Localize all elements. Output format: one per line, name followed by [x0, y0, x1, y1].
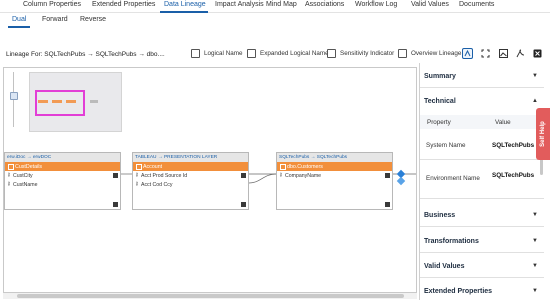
tab-column-properties[interactable]: Column Properties	[23, 1, 81, 8]
accordion-transformations[interactable]: Transformations ▼	[420, 234, 544, 248]
expanded-logical-name-checkbox[interactable]	[247, 49, 256, 58]
sensitivity-indicator-label: Sensitivity Indicator	[340, 50, 395, 57]
tab-workflow-log[interactable]: Workflow Log	[355, 1, 397, 8]
sub-tab-dual[interactable]: Dual	[12, 16, 26, 23]
chevron-down-icon: ▼	[532, 212, 538, 218]
accordion-valid-values[interactable]: Valid Values ▼	[420, 259, 544, 273]
tab-associations[interactable]: Associations	[305, 1, 344, 8]
self-help-label: Self Help	[540, 121, 546, 147]
sub-tab-forward[interactable]: Forward	[42, 16, 68, 23]
chevron-down-icon: ▼	[532, 288, 538, 294]
tab-documents[interactable]: Documents	[459, 1, 494, 8]
property-value: SQLTechPubs	[492, 142, 535, 149]
pdf-export-icon[interactable]	[515, 48, 526, 59]
logical-name-checkbox[interactable]	[191, 49, 200, 58]
accordion-summary-label: Summary	[424, 73, 456, 80]
properties-panel: Summary ▼ Technical ▲ Property Value Sys…	[419, 63, 544, 300]
accordion-transformations-label: Transformations	[424, 238, 479, 245]
sub-tab-reverse[interactable]: Reverse	[80, 16, 106, 23]
accordion-summary[interactable]: Summary ▼	[420, 69, 544, 83]
lineage-for-label: Lineage For: SQLTechPubs → SQLTechPubs →…	[6, 51, 165, 58]
accordion-business-label: Business	[424, 212, 456, 219]
lineage-toolbar: Lineage For: SQLTechPubs → SQLTechPubs →…	[0, 45, 550, 63]
tab-extended-properties[interactable]: Extended Properties	[92, 1, 155, 8]
active-tab-underline	[160, 11, 208, 13]
image-export-icon[interactable]	[498, 48, 509, 59]
divider	[420, 159, 538, 160]
canvas-horizontal-scrollbar[interactable]	[3, 293, 417, 299]
technical-table-header: Property Value	[420, 115, 538, 129]
logical-name-label: Logical Name	[204, 50, 243, 57]
tab-data-lineage[interactable]: Data Lineage	[164, 1, 206, 8]
lineage-canvas[interactable]: erw.iDoc → erwDOC CustDetails ⚷ CustCity…	[3, 67, 417, 293]
overview-lineage-label: Overview Lineage	[411, 50, 462, 57]
overview-lineage-checkbox[interactable]	[398, 49, 407, 58]
accordion-extended-properties-label: Extended Properties	[424, 288, 493, 295]
scrollbar-thumb[interactable]	[17, 294, 404, 298]
accordion-extended-properties[interactable]: Extended Properties ▼	[420, 284, 544, 298]
lineage-sub-tabs: Dual Forward Reverse	[0, 14, 550, 28]
accordion-valid-values-label: Valid Values	[424, 263, 465, 270]
lineage-connectors	[121, 173, 416, 184]
accordion-business[interactable]: Business ▼	[420, 208, 544, 222]
tab-valid-values[interactable]: Valid Values	[411, 1, 449, 8]
chevron-up-icon: ▲	[532, 98, 538, 104]
lineage-edge	[248, 173, 277, 184]
divider	[420, 277, 544, 278]
divider	[420, 87, 544, 88]
expand-icon[interactable]	[480, 48, 491, 59]
tab-impact-analysis[interactable]: Impact Analysis	[215, 1, 264, 8]
property-column-header: Property	[427, 119, 451, 126]
tab-mind-map[interactable]: Mind Map	[266, 1, 297, 8]
chevron-down-icon: ▼	[532, 73, 538, 79]
expanded-logical-name-label: Expanded Logical Name	[260, 50, 329, 57]
chevron-down-icon: ▼	[532, 263, 538, 269]
chevron-down-icon: ▼	[532, 238, 538, 244]
excel-export-icon[interactable]	[532, 48, 543, 59]
top-tab-bar: Column Properties Extended Properties Da…	[0, 0, 550, 13]
divider	[420, 252, 544, 253]
sub-tab-underline	[8, 26, 30, 28]
sensitivity-indicator-checkbox[interactable]	[327, 49, 336, 58]
property-name: System Name	[426, 142, 466, 149]
self-help-button[interactable]: Self Help	[536, 108, 550, 160]
fit-view-icon[interactable]	[462, 48, 473, 59]
property-name: Environment Name	[426, 175, 480, 182]
value-column-header: Value	[495, 119, 511, 126]
accordion-technical[interactable]: Technical ▲	[420, 94, 544, 108]
divider	[420, 226, 544, 227]
property-value: SQLTechPubs	[492, 172, 535, 179]
accordion-technical-label: Technical	[424, 98, 456, 105]
divider	[420, 198, 544, 199]
